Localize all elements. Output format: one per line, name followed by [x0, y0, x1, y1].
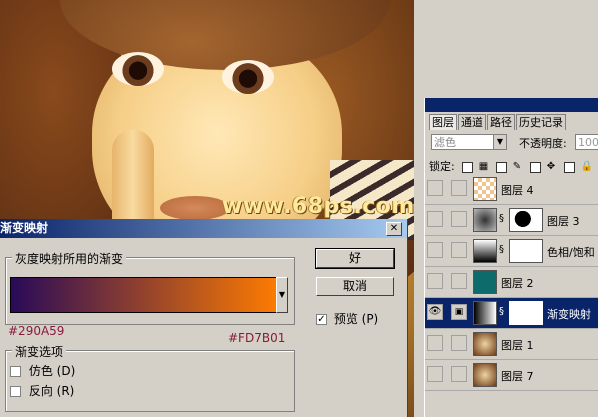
layer-name: 色相/饱和	[547, 246, 595, 259]
lock-row: 锁定: ▦ ✎ ✥ 🔒	[429, 158, 598, 174]
lock-position-checkbox[interactable]	[530, 161, 542, 173]
layer-thumbnail	[473, 208, 497, 232]
cancel-button[interactable]: 取消	[316, 277, 394, 296]
layer-name: 图层 4	[501, 184, 534, 197]
opacity-label: 不透明度:	[519, 137, 567, 150]
left-eye-shape	[112, 52, 164, 86]
layer-name: 图层 2	[501, 277, 534, 290]
brush-indicator-icon[interactable]: ▣	[451, 304, 467, 320]
link-toggle[interactable]	[451, 242, 467, 258]
move-icon: ✥	[546, 161, 556, 172]
reverse-label: 反向 (R)	[28, 384, 75, 398]
layer-row[interactable]: 图层 1	[425, 329, 598, 360]
gradient-group-label: 灰度映射所用的渐变	[12, 250, 127, 267]
layer-row[interactable]: 图层 4	[425, 174, 598, 205]
chain-icon: §	[499, 244, 504, 255]
layer-thumbnail	[473, 332, 497, 356]
layer-name: 图层 3	[547, 215, 580, 228]
preview-checkbox-row[interactable]: ✓ 预览 (P)	[316, 310, 378, 327]
gradient-preview-bar[interactable]	[10, 277, 278, 313]
dither-label: 仿色 (D)	[28, 364, 76, 378]
layers-panel-tabs: 图层 通道 路径 历史记录	[429, 114, 567, 130]
layer-name: 图层 1	[501, 339, 534, 352]
gradient-start-color-label: #290A59	[8, 324, 65, 338]
layer-row-selected[interactable]: 👁 ▣ § 渐变映射	[425, 298, 598, 329]
layer-thumbnail	[473, 270, 497, 294]
dither-checkbox-row[interactable]: 仿色 (D)	[10, 362, 75, 379]
dither-checkbox[interactable]	[10, 366, 21, 377]
close-button[interactable]: ✕	[386, 222, 402, 236]
opacity-input[interactable]: 100%	[575, 134, 598, 150]
chain-icon: §	[499, 306, 504, 317]
link-toggle[interactable]	[451, 211, 467, 227]
brush-icon: ✎	[512, 161, 522, 172]
dialog-titlebar[interactable]: 渐变映射	[0, 219, 407, 238]
preview-checkbox[interactable]: ✓	[316, 314, 327, 325]
chevron-down-icon: ▼	[493, 135, 506, 149]
chain-icon: §	[499, 213, 504, 224]
layer-row[interactable]: § 色相/饱和	[425, 236, 598, 267]
layer-mask-thumbnail	[509, 301, 543, 325]
visibility-toggle[interactable]	[427, 242, 443, 258]
gradient-options-label: 渐变选项	[12, 343, 67, 360]
adjustment-thumbnail	[473, 301, 497, 325]
eye-icon[interactable]: 👁	[427, 304, 443, 320]
link-toggle[interactable]	[451, 273, 467, 289]
dialog-title: 渐变映射	[0, 221, 49, 235]
layer-mask-thumbnail	[509, 208, 543, 232]
preview-label: 预览 (P)	[333, 312, 379, 326]
gradient-map-dialog: 渐变映射 ✕ 灰度映射所用的渐变 ▼ #290A59 #FD7B01 好 取消 …	[0, 219, 408, 417]
visibility-toggle[interactable]	[427, 335, 443, 351]
lips-shape	[160, 196, 230, 220]
visibility-toggle[interactable]	[427, 180, 443, 196]
gradient-end-color-label: #FD7B01	[228, 331, 286, 345]
lock-all-checkbox[interactable]	[564, 161, 576, 173]
adjustment-thumbnail	[473, 239, 497, 263]
tab-paths[interactable]: 路径	[487, 114, 515, 130]
layer-list: 图层 4 § 图层 3 § 色相/饱和 图层 2 👁 ▣ § 渐变映射 图层 1…	[425, 174, 598, 391]
lock-label: 锁定:	[429, 160, 455, 173]
gradient-dropdown-arrow[interactable]: ▼	[276, 277, 288, 313]
lock-image-checkbox[interactable]	[496, 161, 508, 173]
layers-panel-titlebar[interactable]	[425, 98, 598, 112]
blend-mode-value: 滤色	[434, 136, 456, 149]
ok-button[interactable]: 好	[315, 248, 395, 269]
layer-row[interactable]: § 图层 3	[425, 205, 598, 236]
tab-layers[interactable]: 图层	[429, 114, 457, 130]
tab-history[interactable]: 历史记录	[516, 114, 566, 130]
layer-row[interactable]: 图层 2	[425, 267, 598, 298]
layer-name: 渐变映射	[547, 308, 591, 321]
link-toggle[interactable]	[451, 335, 467, 351]
layer-name: 图层 7	[501, 370, 534, 383]
blend-mode-select[interactable]: 滤色 ▼	[431, 134, 507, 150]
reverse-checkbox[interactable]	[10, 386, 21, 397]
layer-mask-thumbnail	[509, 239, 543, 263]
tab-channels[interactable]: 通道	[458, 114, 486, 130]
visibility-toggle[interactable]	[427, 211, 443, 227]
layer-thumbnail	[473, 177, 497, 201]
watermark-text: www.68ps.com	[222, 194, 414, 219]
lock-icon: 🔒	[580, 161, 594, 172]
link-toggle[interactable]	[451, 366, 467, 382]
layer-thumbnail	[473, 363, 497, 387]
layers-panel: 图层 通道 路径 历史记录 滤色 ▼ 不透明度: 100% 锁定: ▦ ✎ ✥ …	[424, 98, 598, 417]
layer-row[interactable]: 图层 7	[425, 360, 598, 391]
blend-opacity-row: 滤色 ▼ 不透明度: 100%	[429, 134, 598, 152]
reverse-checkbox-row[interactable]: 反向 (R)	[10, 382, 74, 399]
visibility-toggle[interactable]	[427, 366, 443, 382]
visibility-toggle[interactable]	[427, 273, 443, 289]
lock-transparency-checkbox[interactable]	[462, 161, 474, 173]
transparency-grid-icon: ▦	[478, 161, 489, 172]
link-toggle[interactable]	[451, 180, 467, 196]
right-eye-shape	[222, 60, 274, 94]
